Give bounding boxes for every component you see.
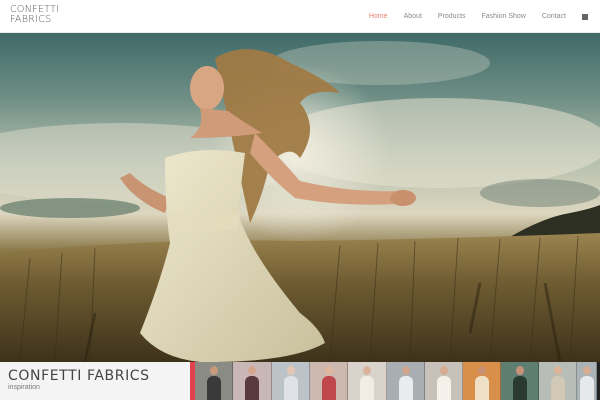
hero-illustration [0,41,600,362]
thumbnail[interactable] [577,362,597,400]
nav-products[interactable]: Products [438,13,466,20]
site-header: CONFETTI FABRICS Home About Products Fas… [0,0,600,33]
thumbnail[interactable] [233,362,272,400]
thumbnail[interactable] [501,362,539,400]
cloud [0,198,140,218]
thumbnail-figure [360,366,374,400]
hero-image [0,33,600,362]
thumbnail-figure [579,366,594,400]
thumbnail-figure [245,366,259,400]
logo-line-2: FABRICS [10,14,52,25]
square-menu-icon[interactable] [582,13,588,20]
thumbnail-figure [474,366,489,400]
thumbnail-figure [206,366,221,400]
thumbnail-figure [283,366,298,400]
thumbnail-figure [550,366,565,400]
thumbnail-strip [195,362,597,400]
thumbnail-figure [436,366,451,400]
nav-contact[interactable]: Contact [542,13,566,20]
thumbnail[interactable] [348,362,387,400]
bottom-strip: CONFETTI FABRICS inspiration [0,362,600,400]
caption-box: CONFETTI FABRICS inspiration [0,362,190,400]
caption-title: CONFETTI FABRICS [8,368,150,384]
thumbnail[interactable] [539,362,577,400]
thumbnail-figure [398,366,413,400]
thumbnail[interactable] [272,362,310,400]
nav-fashion-show[interactable]: Fashion Show [482,13,526,20]
thumbnail-figure [321,366,336,400]
thumbnail[interactable] [463,362,501,400]
site-logo[interactable]: CONFETTI FABRICS [10,5,70,25]
thumbnail[interactable] [195,362,233,400]
thumbnail[interactable] [387,362,425,400]
thumbnail[interactable] [310,362,348,400]
thumbnail-figure [512,366,527,400]
caption-subtitle: inspiration [8,384,40,391]
thumbnail[interactable] [425,362,463,400]
cloud [480,179,600,207]
main-nav: Home About Products Fashion Show Contact [353,0,590,33]
nav-about[interactable]: About [404,13,422,20]
nav-home[interactable]: Home [369,13,388,20]
